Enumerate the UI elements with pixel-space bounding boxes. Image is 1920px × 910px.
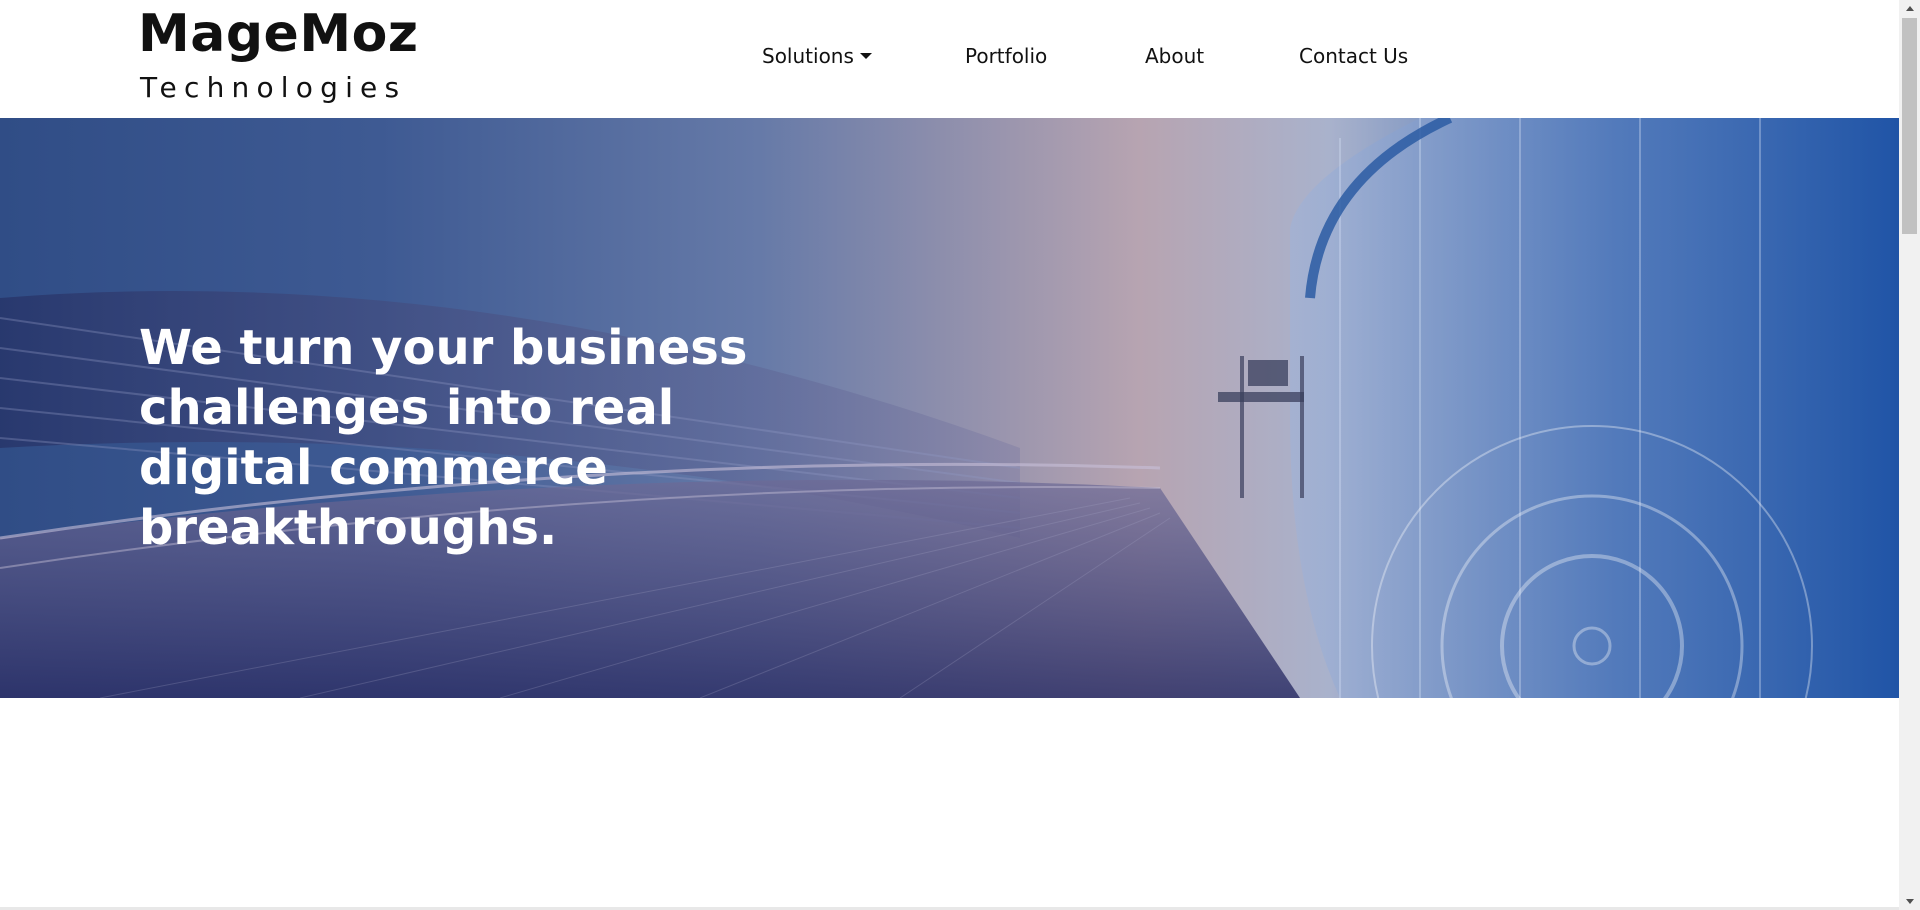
- nav-about[interactable]: About: [1145, 40, 1204, 72]
- nav-contact-label: Contact Us: [1299, 44, 1409, 68]
- nav-portfolio-label: Portfolio: [965, 44, 1048, 68]
- hero-headline: We turn your business challenges into re…: [139, 320, 748, 556]
- nav-about-label: About: [1145, 44, 1205, 68]
- nav-contact-us[interactable]: Contact Us: [1299, 40, 1408, 72]
- logo-tagline: Technologies: [140, 71, 407, 104]
- nav-solutions-label: Solutions: [762, 44, 854, 68]
- logo-wordmark: MageMoz: [138, 4, 419, 64]
- page: MageMoz Technologies Solutions Portfolio…: [0, 0, 1899, 910]
- site-header: MageMoz Technologies Solutions Portfolio…: [0, 0, 1899, 118]
- nav-solutions[interactable]: Solutions: [762, 40, 872, 72]
- logo-link[interactable]: MageMoz Technologies: [138, 4, 418, 104]
- scroll-thumb[interactable]: [1902, 18, 1917, 234]
- scroll-up-button[interactable]: [1899, 0, 1920, 17]
- arrow-up-icon: [1906, 6, 1914, 11]
- scroll-down-button[interactable]: [1899, 893, 1920, 910]
- hero-banner: We turn your business challenges into re…: [0, 118, 1899, 698]
- vertical-scrollbar[interactable]: [1899, 0, 1920, 910]
- caret-down-icon: [859, 52, 872, 59]
- arrow-down-icon: [1906, 899, 1914, 904]
- nav-portfolio[interactable]: Portfolio: [965, 40, 1047, 72]
